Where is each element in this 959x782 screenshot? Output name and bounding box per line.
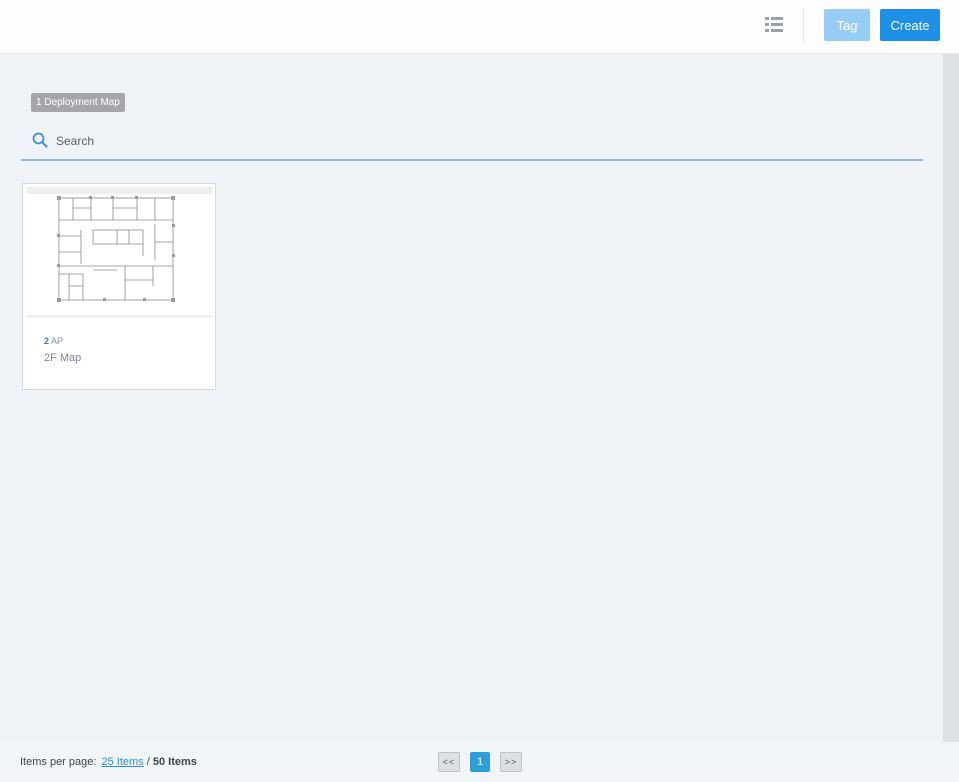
per-page-label: Items per page: (20, 756, 97, 768)
search-bar (21, 124, 923, 161)
per-page-selector[interactable]: 25 Items (102, 756, 144, 768)
items-separator: / (146, 756, 150, 768)
pagination-footer: Items per page: 25 Items / 50 Items << 1… (0, 742, 959, 782)
deployment-map-count-badge: 1 Deployment Map (31, 93, 125, 112)
ap-count-line: 2 AP (44, 336, 63, 346)
tag-button[interactable]: Tag (824, 9, 870, 41)
create-button[interactable]: Create (880, 9, 940, 41)
next-page-button[interactable]: >> (500, 752, 522, 772)
toolbar-divider (803, 8, 804, 42)
search-icon (32, 132, 48, 148)
thumbnail-bottom-bar (27, 315, 212, 318)
items-per-page: Items per page: 25 Items / 50 Items (20, 756, 197, 768)
previous-page-button[interactable]: << (438, 752, 460, 772)
thumbnail-top-bar (27, 187, 212, 194)
floorplan-thumbnail (57, 196, 175, 302)
ap-count: 2 (44, 336, 50, 346)
map-name: 2F Map (44, 352, 82, 364)
search-input[interactable] (56, 130, 456, 152)
current-page-button[interactable]: 1 (470, 752, 490, 772)
map-card-2f[interactable]: 2 AP 2F Map (22, 183, 216, 390)
vertical-scrollbar[interactable] (943, 54, 959, 742)
top-toolbar: Tag Create (0, 0, 959, 54)
ap-label: AP (51, 336, 64, 346)
list-view-icon[interactable] (762, 14, 786, 36)
total-items: 50 Items (152, 756, 197, 768)
